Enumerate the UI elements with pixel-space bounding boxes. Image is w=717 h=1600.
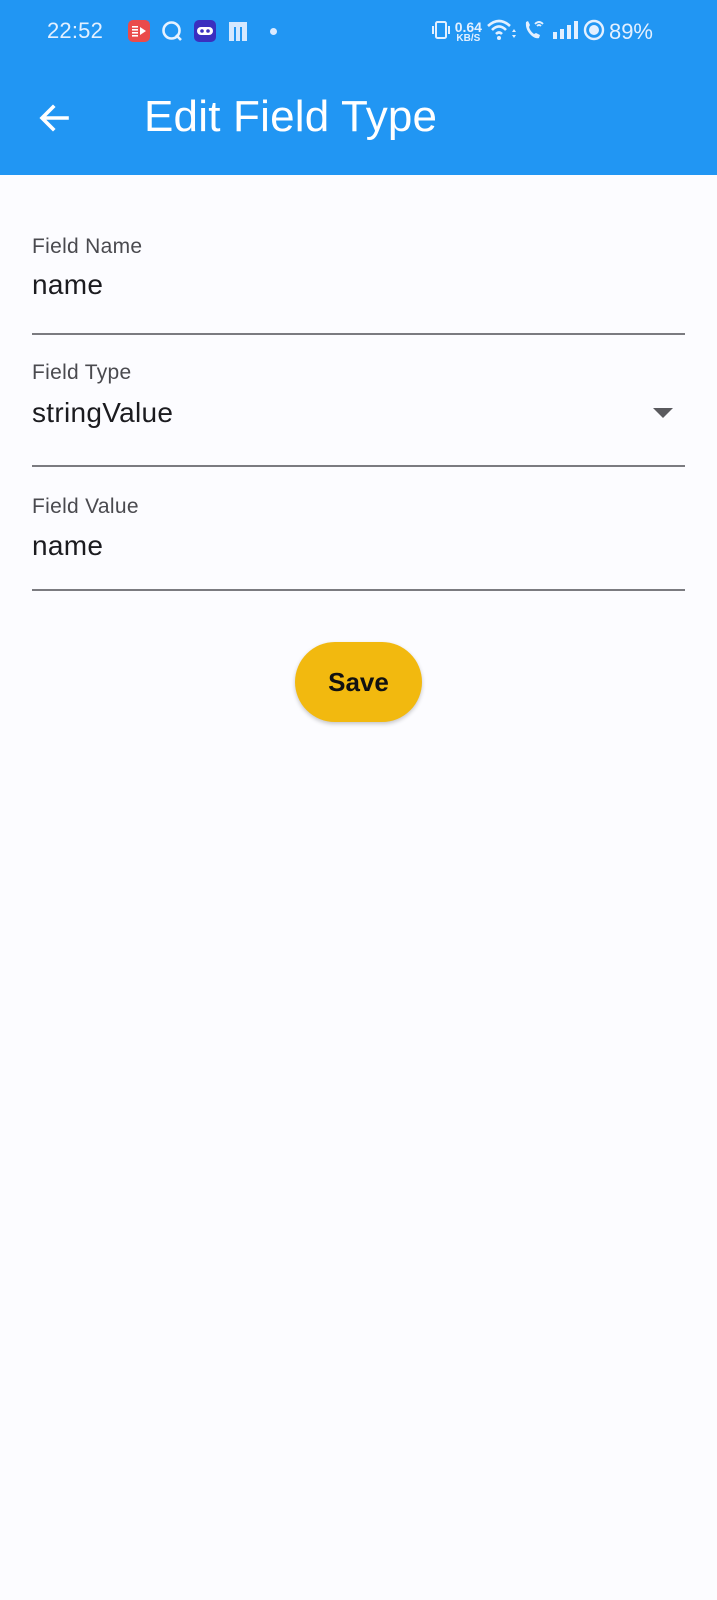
battery-saver-icon bbox=[582, 18, 606, 47]
chat-bot-app-icon bbox=[194, 20, 216, 42]
field-value-label: Field Value bbox=[32, 495, 139, 518]
signal-icon bbox=[552, 19, 582, 46]
page-title: Edit Field Type bbox=[144, 92, 438, 141]
field-type-label: Field Type bbox=[32, 361, 132, 384]
back-button[interactable] bbox=[26, 92, 82, 148]
notification-icons bbox=[128, 20, 277, 42]
m-app-icon bbox=[227, 20, 249, 42]
screen-recorder-icon bbox=[128, 20, 150, 42]
field-type-dropdown[interactable]: Field Type stringValue bbox=[32, 335, 685, 467]
system-icons: 0.64 KB/S 89% bbox=[430, 14, 717, 50]
field-type-selected-value[interactable]: stringValue bbox=[32, 397, 632, 429]
arrow-back-icon bbox=[36, 100, 72, 141]
wifi-calling-icon bbox=[522, 18, 546, 47]
status-time: 22:52 bbox=[47, 18, 104, 43]
more-notifications-dot bbox=[270, 27, 277, 35]
vibrate-icon bbox=[430, 19, 452, 46]
field-name-input[interactable] bbox=[32, 269, 632, 301]
dropdown-arrow-icon[interactable] bbox=[653, 408, 673, 418]
status-bar: 22:52 0.64 KB/S 89% bbox=[0, 0, 717, 64]
field-value-input-group[interactable]: Field Value bbox=[32, 467, 685, 591]
app-bar: Edit Field Type bbox=[0, 64, 717, 175]
save-button[interactable]: Save bbox=[295, 642, 422, 722]
field-name-input-group[interactable]: Field Name bbox=[32, 175, 685, 335]
field-value-input[interactable] bbox=[32, 530, 632, 562]
wifi-icon bbox=[486, 18, 518, 47]
network-speed-value: 0.64 bbox=[454, 19, 482, 35]
network-speed-unit: KB/S bbox=[456, 33, 481, 44]
field-name-label: Field Name bbox=[32, 235, 143, 258]
network-speed: 0.64 KB/S bbox=[455, 20, 482, 44]
search-app-icon bbox=[161, 20, 183, 42]
battery-percent: 89% bbox=[608, 19, 653, 44]
